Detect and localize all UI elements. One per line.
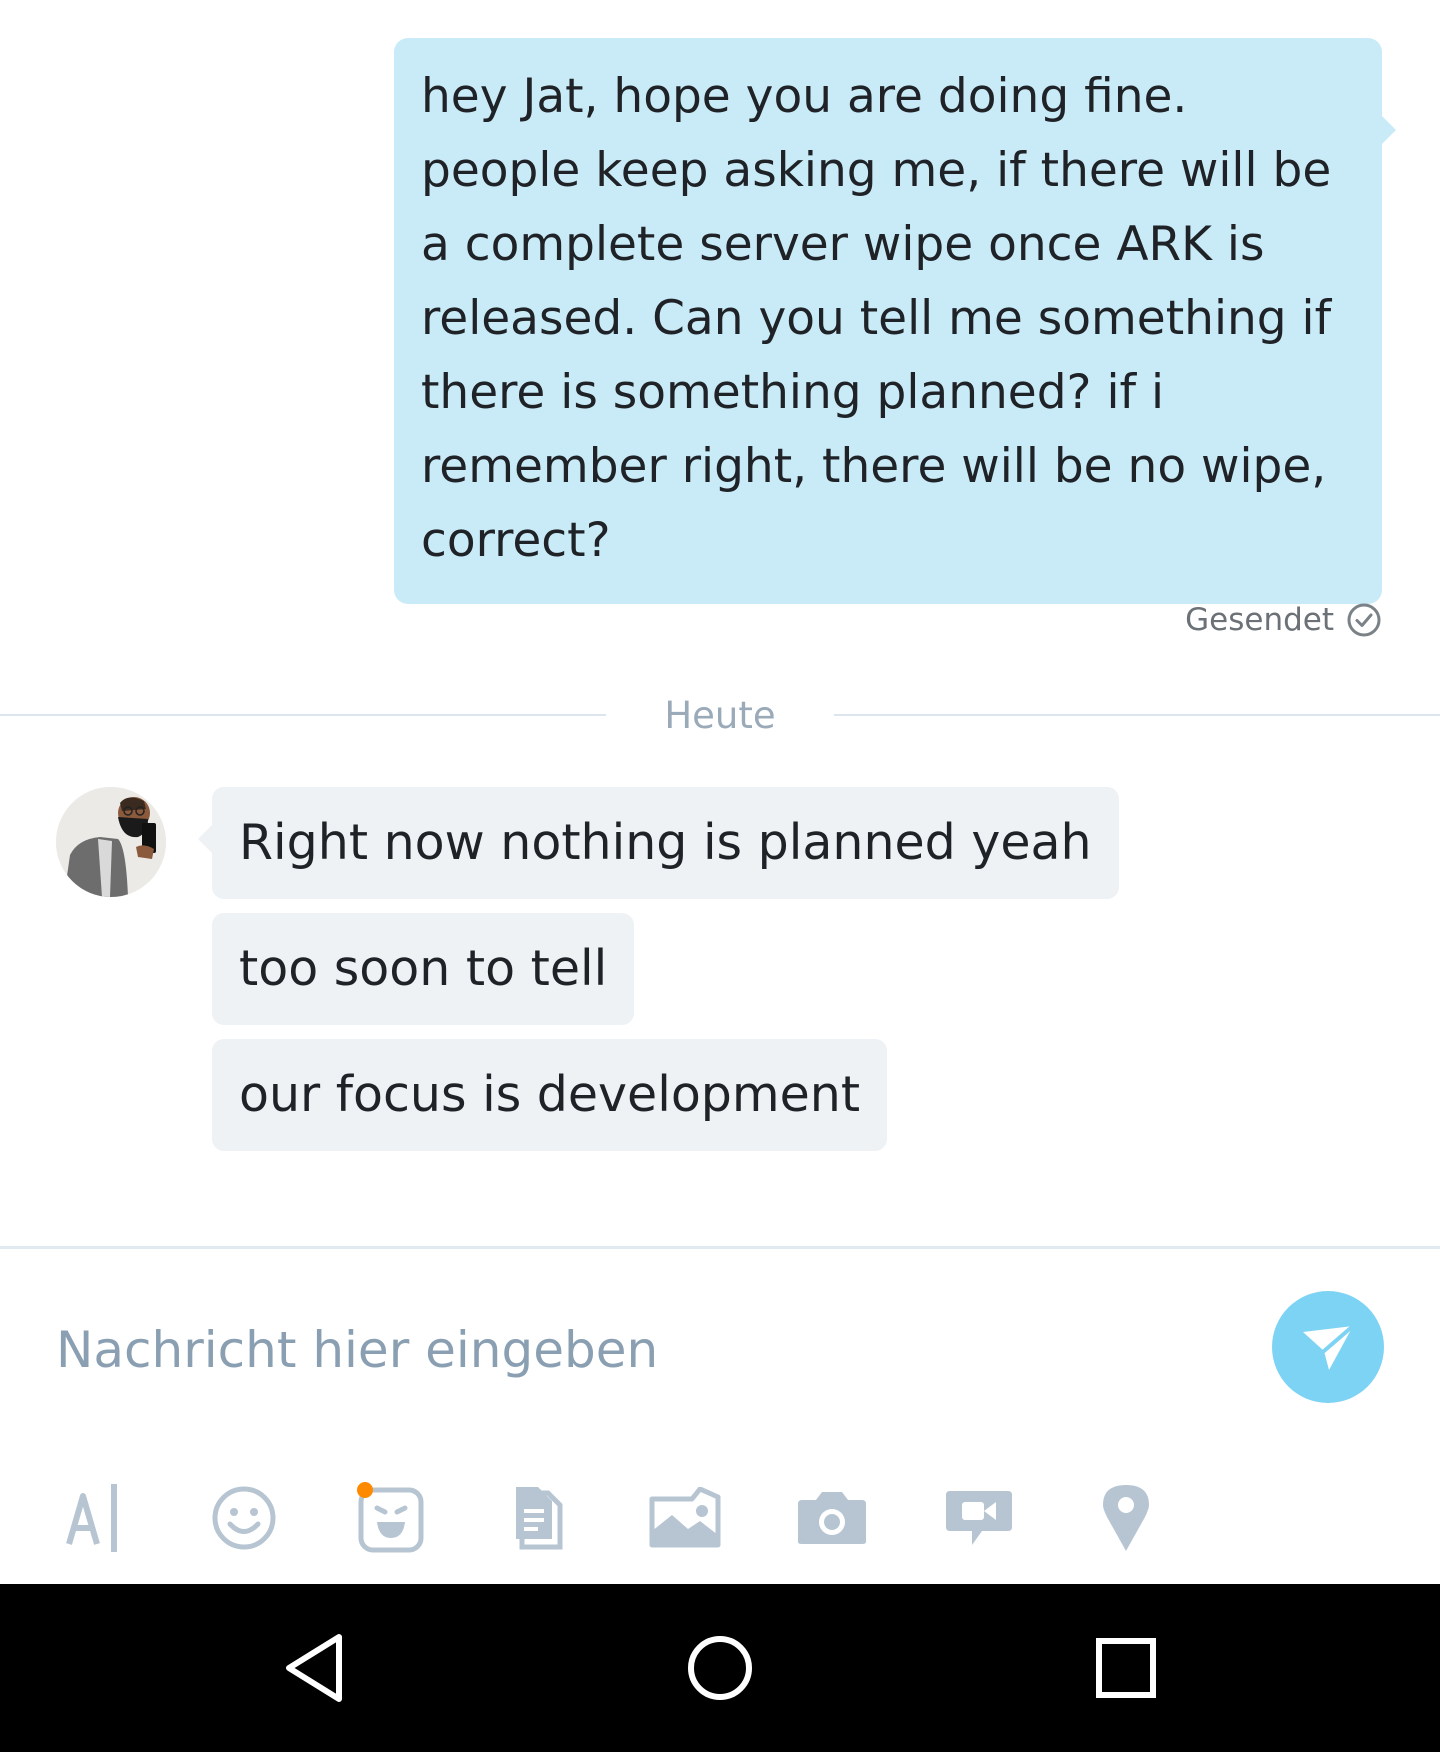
outgoing-message-text: hey Jat, hope you are doing fine. people… xyxy=(421,69,1332,568)
incoming-message-text: too soon to tell xyxy=(239,940,608,997)
text-format-button[interactable] xyxy=(58,1478,138,1558)
composer-divider xyxy=(0,1246,1440,1249)
check-circle-icon xyxy=(1347,603,1381,637)
home-icon xyxy=(688,1636,752,1700)
emoji-button[interactable] xyxy=(204,1478,284,1558)
incoming-message-bubble[interactable]: Right now nothing is planned yeah xyxy=(198,787,1119,899)
sticker-button[interactable] xyxy=(351,1478,431,1558)
file-icon xyxy=(516,1487,563,1550)
incoming-message-bubble[interactable]: our focus is development xyxy=(212,1039,888,1151)
date-divider: Heute xyxy=(664,694,776,737)
avatar[interactable] xyxy=(56,787,166,897)
video-message-button[interactable] xyxy=(939,1478,1019,1558)
home-button[interactable] xyxy=(670,1618,770,1718)
incoming-message-bubble[interactable]: too soon to tell xyxy=(212,913,635,1025)
divider-line-left xyxy=(0,714,606,716)
composer-toolbar xyxy=(0,1478,1440,1558)
send-button[interactable] xyxy=(1272,1291,1384,1403)
message-input[interactable] xyxy=(56,1310,1236,1390)
location-icon xyxy=(1103,1485,1149,1551)
video-message-icon xyxy=(946,1491,1012,1545)
sticker-icon xyxy=(357,1482,424,1553)
back-icon xyxy=(286,1634,342,1702)
send-icon xyxy=(1303,1324,1355,1370)
back-button[interactable] xyxy=(266,1618,366,1718)
sent-status-label: Gesendet xyxy=(1185,602,1334,638)
file-button[interactable] xyxy=(498,1478,578,1558)
avatar-illustration xyxy=(56,787,166,897)
location-button[interactable] xyxy=(1086,1478,1166,1558)
camera-button[interactable] xyxy=(792,1478,872,1558)
recents-button[interactable] xyxy=(1076,1618,1176,1718)
emoji-icon xyxy=(212,1486,276,1550)
divider-line-right xyxy=(834,714,1440,716)
outgoing-message-bubble[interactable]: hey Jat, hope you are doing fine. people… xyxy=(394,38,1396,604)
message-status: Gesendet xyxy=(1185,602,1382,638)
bubble-tail xyxy=(1380,114,1396,146)
system-navigation-bar xyxy=(0,1584,1440,1752)
bubble-tail xyxy=(198,825,212,853)
camera-icon xyxy=(798,1492,866,1544)
recents-icon xyxy=(1096,1638,1156,1698)
incoming-message-text: our focus is development xyxy=(239,1066,861,1123)
image-gallery-icon xyxy=(649,1487,721,1548)
incoming-message-text: Right now nothing is planned yeah xyxy=(239,814,1092,871)
text-format-icon xyxy=(66,1484,117,1552)
chat-screen: hey Jat, hope you are doing fine. people… xyxy=(0,0,1440,1752)
image-gallery-button[interactable] xyxy=(645,1478,725,1558)
